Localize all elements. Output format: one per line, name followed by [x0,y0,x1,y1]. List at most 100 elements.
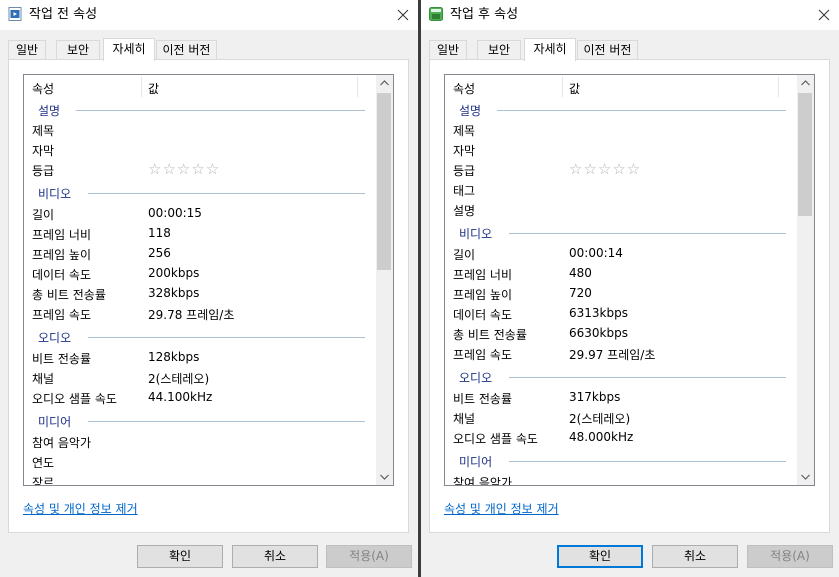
list-item[interactable]: 프레임 너비 118 [24,224,375,244]
list-item[interactable]: 프레임 높이 720 [445,284,796,304]
close-button[interactable] [388,0,418,30]
group-label: 미디어 [38,415,72,429]
column-header-property[interactable]: 속성 [453,80,475,97]
list-item[interactable]: 오디오 샘플 속도 44.100kHz [24,388,375,408]
group-divider [88,193,365,194]
group-header-description[interactable]: 설명 [445,100,796,120]
property-value[interactable]: 256 [148,246,171,260]
tab-security[interactable]: 보안 [56,40,100,59]
list-item[interactable]: 참여 음악가 [445,472,796,485]
column-header-value[interactable]: 값 [148,80,159,97]
list-item[interactable]: 설명 [445,200,796,220]
cancel-button[interactable]: 취소 [232,545,318,568]
list-item[interactable]: 태그 [445,180,796,200]
property-value[interactable]: 328kbps [148,286,199,300]
list-item[interactable]: 오디오 샘플 속도 48.000kHz [445,428,796,448]
ok-button[interactable]: 확인 [137,545,223,568]
column-header-property[interactable]: 속성 [32,80,54,97]
property-value[interactable]: 00:00:14 [569,246,623,260]
remove-properties-link[interactable]: 속성 및 개인 정보 제거 [444,500,559,517]
group-header-media[interactable]: 미디어 [445,451,796,471]
property-value[interactable]: 29.78 프레임/초 [148,306,234,323]
list-item[interactable]: 프레임 속도 29.97 프레임/초 [445,344,796,364]
property-value[interactable]: 720 [569,286,592,300]
list-item[interactable]: 비트 전송률 317kbps [445,388,796,408]
list-item[interactable]: 프레임 높이 256 [24,244,375,264]
property-value[interactable]: 128kbps [148,350,199,364]
rating-stars[interactable]: ☆☆☆☆☆ [148,160,220,178]
remove-properties-link[interactable]: 속성 및 개인 정보 제거 [23,500,138,517]
list-item[interactable]: 등급 ☆☆☆☆☆ [445,160,796,180]
tab-details[interactable]: 자세히 [524,38,576,61]
list-item[interactable]: 연도 [24,452,375,472]
column-separator[interactable] [562,77,563,97]
vertical-scrollbar[interactable] [376,75,393,485]
close-button[interactable] [809,0,839,30]
list-item[interactable]: 장르 [24,472,375,485]
tab-general[interactable]: 일반 [8,40,46,59]
tab-details[interactable]: 자세히 [103,38,155,61]
property-name: 길이 [32,208,55,222]
property-value[interactable]: 48.000kHz [569,430,633,444]
tab-general[interactable]: 일반 [429,40,467,59]
list-item[interactable]: 제목 [445,120,796,140]
group-header-description[interactable]: 설명 [24,100,375,120]
list-item[interactable]: 참여 음악가 [24,432,375,452]
scroll-down-button[interactable] [376,468,393,485]
property-name: 프레임 너비 [32,228,92,242]
apply-button[interactable]: 적용(A) [747,545,833,568]
rating-stars[interactable]: ☆☆☆☆☆ [569,160,641,178]
list-item[interactable]: 등급 ☆☆☆☆☆ [24,160,375,180]
group-header-audio[interactable]: 오디오 [445,367,796,387]
tab-security[interactable]: 보안 [477,40,521,59]
property-value[interactable]: 118 [148,226,171,240]
column-separator[interactable] [141,77,142,97]
group-header-video[interactable]: 비디오 [24,183,375,203]
list-item[interactable]: 제목 [24,120,375,140]
list-item[interactable]: 길이 00:00:15 [24,204,375,224]
scroll-down-button[interactable] [797,468,814,485]
cancel-button[interactable]: 취소 [652,545,738,568]
column-separator[interactable] [778,77,779,97]
list-item[interactable]: 총 비트 전송률 6630kbps [445,324,796,344]
tab-previous-versions[interactable]: 이전 버전 [577,40,638,59]
apply-button[interactable]: 적용(A) [326,545,412,568]
property-value[interactable]: 2(스테레오) [569,410,630,427]
property-value[interactable]: 200kbps [148,266,199,280]
property-value[interactable]: 00:00:15 [148,206,202,220]
property-value[interactable]: 44.100kHz [148,390,212,404]
details-list[interactable]: 속성 값 설명 제목 자막 등급 ☆☆☆☆☆ 비디오 길이 00:00:15 프레임… [23,74,394,486]
tab-previous-versions[interactable]: 이전 버전 [156,40,217,59]
property-value[interactable]: 2(스테레오) [148,370,209,387]
list-item[interactable]: 총 비트 전송률 328kbps [24,284,375,304]
property-value[interactable]: 317kbps [569,390,620,404]
column-header-value[interactable]: 값 [569,80,580,97]
list-item[interactable]: 데이터 속도 6313kbps [445,304,796,324]
list-item[interactable]: 채널 2(스테레오) [24,368,375,388]
details-list[interactable]: 속성 값 설명 제목 자막 등급 ☆☆☆☆☆ 태그 설명 비디오 길이 00:00:… [444,74,815,486]
group-header-video[interactable]: 비디오 [445,223,796,243]
list-item[interactable]: 데이터 속도 200kbps [24,264,375,284]
scroll-up-button[interactable] [376,75,393,92]
list-item[interactable]: 비트 전송률 128kbps [24,348,375,368]
property-value[interactable]: 6630kbps [569,326,628,340]
list-item[interactable]: 프레임 너비 480 [445,264,796,284]
list-item[interactable]: 자막 [24,140,375,160]
group-header-audio[interactable]: 오디오 [24,327,375,347]
list-item[interactable]: 프레임 속도 29.78 프레임/초 [24,304,375,324]
property-value[interactable]: 29.97 프레임/초 [569,346,655,363]
scrollbar-thumb[interactable] [798,93,812,216]
vertical-scrollbar[interactable] [797,75,814,485]
list-item[interactable]: 길이 00:00:14 [445,244,796,264]
list-item[interactable]: 자막 [445,140,796,160]
ok-button[interactable]: 확인 [557,545,643,568]
scrollbar-thumb[interactable] [377,93,391,270]
property-value[interactable]: 6313kbps [569,306,628,320]
group-label: 오디오 [38,331,72,345]
property-value[interactable]: 480 [569,266,592,280]
property-name: 제목 [453,124,476,138]
list-item[interactable]: 채널 2(스테레오) [445,408,796,428]
scroll-up-button[interactable] [797,75,814,92]
group-header-media[interactable]: 미디어 [24,411,375,431]
column-separator[interactable] [357,77,358,97]
